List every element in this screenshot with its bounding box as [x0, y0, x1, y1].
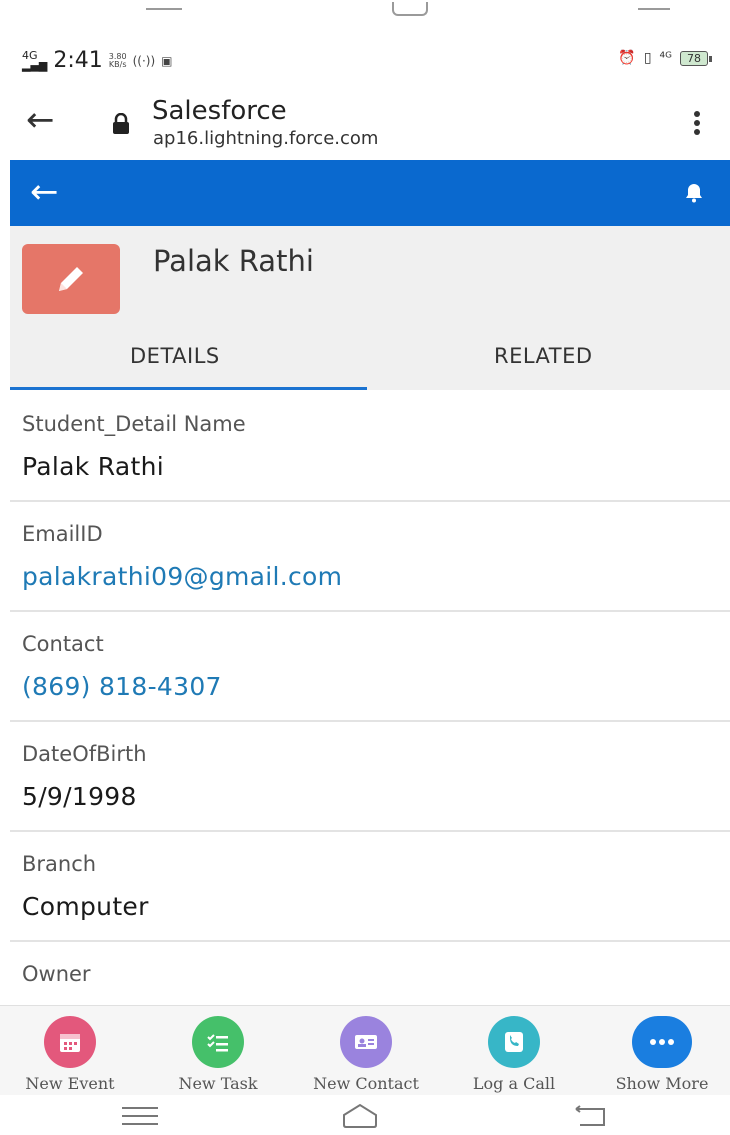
- field-label: Contact: [22, 632, 104, 656]
- notification-bell-icon[interactable]: [682, 180, 706, 204]
- new-contact-button[interactable]: New Contact: [296, 1016, 436, 1093]
- system-nav-bar: [0, 1095, 730, 1135]
- email-link[interactable]: palakrathi09@gmail.com: [22, 562, 342, 591]
- field-label: Student_Detail Name: [22, 412, 246, 436]
- action-label: Log a Call: [472, 1074, 556, 1093]
- field-label: Owner: [22, 962, 91, 986]
- record-icon: [22, 244, 120, 314]
- battery-icon: 78: [680, 50, 712, 66]
- tab-details[interactable]: DETAILS: [130, 344, 220, 368]
- signal-icon: ▂▄▆: [22, 58, 48, 72]
- action-bar: New Event New Task New Contact Log a Cal…: [0, 1005, 730, 1095]
- field-label: EmailID: [22, 522, 103, 546]
- phone-log-icon: [488, 1016, 540, 1068]
- new-task-button[interactable]: New Task: [148, 1016, 288, 1093]
- task-icon: [192, 1016, 244, 1068]
- browser-back-icon[interactable]: ←: [26, 100, 55, 140]
- field-value: 5/9/1998: [22, 782, 137, 811]
- battery-level: 78: [687, 51, 701, 65]
- app-header: ←: [10, 160, 730, 226]
- vibrate-icon: ▯: [643, 50, 652, 66]
- network-speed: 3.80 KB/s: [108, 52, 127, 69]
- network-indicator: 4G ▂▄▆: [22, 50, 48, 72]
- signal-4g-icon: ⁴ᴳ: [659, 50, 672, 66]
- system-back-icon[interactable]: [570, 1103, 610, 1129]
- calendar-icon: [44, 1016, 96, 1068]
- phone-link[interactable]: (869) 818-4307: [22, 672, 222, 701]
- status-time: 2:41: [53, 48, 103, 73]
- sliver-menu-mark: [146, 8, 182, 10]
- contact-card-icon: [340, 1016, 392, 1068]
- wifi-calling-icon: ((·)): [132, 53, 156, 68]
- log-a-call-button[interactable]: Log a Call: [444, 1016, 584, 1093]
- field-value: Computer: [22, 892, 149, 921]
- speed-unit: KB/s: [108, 59, 127, 69]
- field-label: DateOfBirth: [22, 742, 147, 766]
- field-dateofbirth: DateOfBirth 5/9/1998: [10, 722, 730, 832]
- home-icon[interactable]: [340, 1101, 380, 1129]
- action-label: Show More: [615, 1074, 709, 1093]
- new-event-button[interactable]: New Event: [0, 1016, 140, 1093]
- browser-bar: ← Salesforce ap16.lightning.force.com: [0, 88, 730, 158]
- field-emailid: EmailID palakrathi09@gmail.com: [10, 502, 730, 612]
- status-left: 4G ▂▄▆ 2:41 3.80 KB/s ((·)) ▣: [22, 48, 173, 73]
- more-icon: [632, 1016, 692, 1068]
- recent-apps-icon[interactable]: [122, 1107, 158, 1131]
- record-header: Palak Rathi DETAILS RELATED: [10, 226, 730, 390]
- tab-related[interactable]: RELATED: [494, 344, 593, 368]
- status-right: ⏰ ▯ ⁴ᴳ 78: [618, 50, 712, 66]
- lock-icon: [113, 113, 129, 134]
- field-label: Branch: [22, 852, 97, 876]
- record-name: Palak Rathi: [153, 244, 314, 278]
- pencil-icon: [59, 267, 83, 291]
- field-branch: Branch Computer: [10, 832, 730, 942]
- field-contact: Contact (869) 818-4307: [10, 612, 730, 722]
- action-label: New Task: [178, 1074, 258, 1093]
- browser-title: Salesforce: [152, 96, 287, 126]
- field-value: Palak Rathi: [22, 452, 164, 481]
- sliver-back-mark: [638, 8, 670, 10]
- browser-url[interactable]: ap16.lightning.force.com: [153, 128, 378, 149]
- action-label: New Event: [25, 1074, 115, 1093]
- show-more-button[interactable]: Show More: [592, 1016, 730, 1093]
- record-details: Student_Detail Name Palak Rathi EmailID …: [10, 392, 730, 1012]
- more-options-icon[interactable]: [694, 108, 700, 138]
- sliver-home-mark: [392, 2, 428, 16]
- action-label: New Contact: [313, 1074, 419, 1093]
- status-bar: 4G ▂▄▆ 2:41 3.80 KB/s ((·)) ▣ ⏰ ▯ ⁴ᴳ 78: [0, 38, 730, 82]
- field-student-detail-name: Student_Detail Name Palak Rathi: [10, 392, 730, 502]
- previous-nav-sliver: [0, 0, 730, 30]
- active-tab-indicator: [10, 387, 367, 390]
- alarm-icon: ⏰: [618, 50, 636, 66]
- app-back-icon[interactable]: ←: [30, 172, 59, 212]
- field-owner: Owner: [10, 942, 730, 1012]
- message-icon: ▣: [161, 53, 173, 68]
